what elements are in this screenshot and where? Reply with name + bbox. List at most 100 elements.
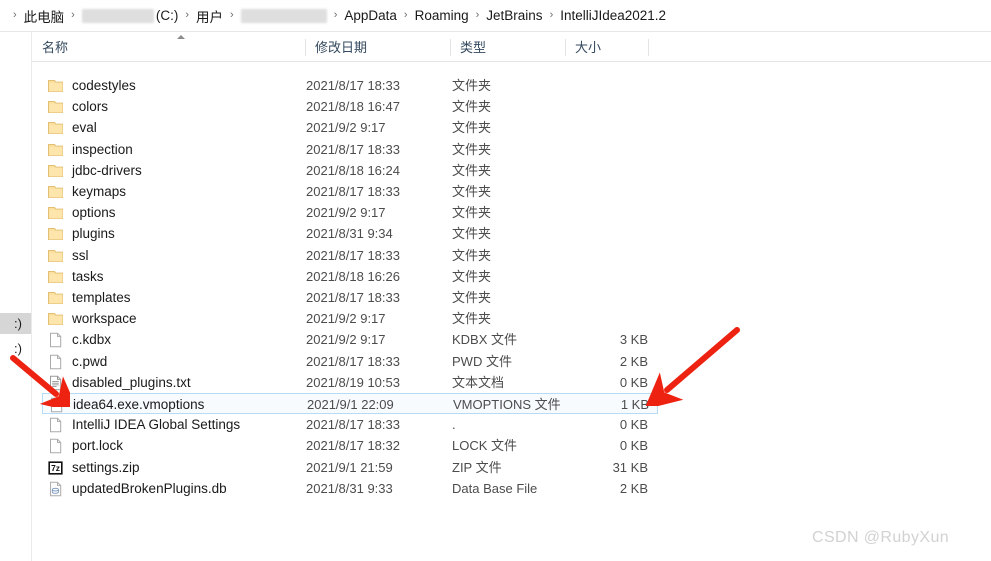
file-size-cell bbox=[522, 181, 648, 202]
file-type-cell: KDBX 文件 bbox=[452, 332, 518, 348]
table-row[interactable]: 7z settings.zip 2021/9/1 21:59 ZIP 文件 31 KB bbox=[42, 457, 658, 478]
folder-icon bbox=[47, 290, 64, 306]
file-date-modified-cell: 2021/8/18 16:26 bbox=[306, 268, 400, 284]
file-type-cell: 文件夹 bbox=[452, 162, 492, 178]
address-bar[interactable]: › 此电脑 › (C:) › 用户 › › AppData › Roaming … bbox=[0, 0, 991, 31]
table-row[interactable]: c.pwd 2021/8/17 18:33 PWD 文件 2 KB bbox=[42, 351, 658, 372]
file-name-cell: c.pwd bbox=[72, 353, 108, 369]
file-name-cell: tasks bbox=[72, 268, 104, 284]
blank-file-icon bbox=[47, 332, 64, 348]
breadcrumb-item-users[interactable]: 用户 bbox=[196, 6, 223, 26]
table-row[interactable]: port.lock 2021/8/17 18:32 LOCK 文件 0 KB bbox=[42, 435, 658, 456]
table-row[interactable]: keymaps 2021/8/17 18:33 文件夹 bbox=[42, 181, 658, 202]
navigation-pane[interactable]: :):) bbox=[0, 32, 31, 561]
column-header-row[interactable]: 名称 修改日期 类型 大小 bbox=[32, 32, 991, 62]
file-name-cell: plugins bbox=[72, 226, 115, 242]
blank-file-icon bbox=[47, 417, 64, 433]
file-size-cell bbox=[522, 266, 648, 287]
file-type-cell: 文件夹 bbox=[452, 311, 492, 327]
file-size-cell bbox=[522, 139, 648, 160]
file-date-modified-cell: 2021/8/19 10:53 bbox=[306, 374, 400, 390]
file-type-cell: 文件夹 bbox=[452, 141, 492, 157]
table-row[interactable]: updatedBrokenPlugins.db 2021/8/31 9:33 Dat… bbox=[42, 478, 658, 499]
file-type-cell: 文件夹 bbox=[452, 226, 492, 242]
file-type-cell: 文件夹 bbox=[452, 78, 492, 93]
folder-icon bbox=[47, 269, 64, 285]
text-file-icon bbox=[47, 375, 64, 391]
file-size-cell bbox=[522, 96, 648, 117]
file-type-cell: 文件夹 bbox=[452, 247, 492, 263]
file-date-modified-cell: 2021/9/1 22:09 bbox=[307, 397, 394, 412]
file-date-modified-cell: 2021/9/2 9:17 bbox=[306, 120, 386, 136]
csdn-watermark: CSDN @RubyXun bbox=[812, 529, 950, 546]
table-row[interactable]: disabled_plugins.txt 2021/8/19 10:53 文本文档 0… bbox=[42, 372, 658, 393]
folder-icon bbox=[47, 205, 64, 221]
file-name-cell: options bbox=[72, 205, 116, 221]
breadcrumb-item-appdata[interactable]: AppData bbox=[344, 8, 397, 23]
table-row[interactable]: options 2021/9/2 9:17 文件夹 bbox=[42, 202, 658, 223]
table-row[interactable]: jdbc-drivers 2021/8/18 16:24 文件夹 bbox=[42, 160, 658, 181]
file-type-cell: LOCK 文件 bbox=[452, 438, 518, 454]
file-type-cell: ZIP 文件 bbox=[452, 459, 502, 475]
breadcrumb-item-drive-redacted[interactable] bbox=[81, 8, 154, 23]
table-row[interactable]: workspace 2021/9/2 9:17 文件夹 bbox=[42, 308, 658, 329]
file-date-modified-cell: 2021/8/31 9:33 bbox=[306, 480, 393, 496]
table-row[interactable]: tasks 2021/8/18 16:26 文件夹 bbox=[42, 266, 658, 287]
folder-icon bbox=[47, 311, 64, 327]
column-header-type[interactable]: 类型 bbox=[450, 32, 565, 61]
file-name-cell: colors bbox=[72, 99, 109, 115]
table-row[interactable]: c.kdbx 2021/9/2 9:17 KDBX 文件 3 KB bbox=[42, 329, 658, 350]
folder-icon bbox=[47, 99, 64, 115]
file-date-modified-cell: 2021/8/17 18:33 bbox=[306, 417, 400, 433]
folder-icon bbox=[47, 226, 64, 242]
folder-icon bbox=[47, 78, 64, 94]
file-name-cell: ssl bbox=[72, 247, 89, 263]
file-type-cell: 文件夹 bbox=[452, 184, 492, 199]
file-size-cell bbox=[522, 160, 648, 181]
file-date-modified-cell: 2021/9/2 9:17 bbox=[306, 205, 386, 221]
svg-text:7z: 7z bbox=[51, 463, 60, 473]
breadcrumb-item-username-redacted[interactable] bbox=[240, 8, 327, 23]
breadcrumb-item-roaming[interactable]: Roaming bbox=[415, 8, 469, 23]
table-row[interactable]: templates 2021/8/17 18:33 文件夹 bbox=[42, 287, 658, 308]
table-row[interactable]: IntelliJ IDEA Global Settings 2021/8/17 1… bbox=[42, 414, 658, 435]
file-size-cell bbox=[522, 308, 648, 329]
breadcrumb-item-intellijidea[interactable]: IntelliJIdea2021.2 bbox=[560, 8, 666, 23]
file-date-modified-cell: 2021/8/18 16:24 bbox=[306, 162, 400, 178]
file-list-view[interactable]: 名称 修改日期 类型 大小 codestyles 2021/8/17 18:33 文… bbox=[32, 32, 991, 561]
file-date-modified-cell: 2021/8/17 18:32 bbox=[306, 438, 400, 454]
table-row[interactable]: codestyles 2021/8/17 18:33 文件夹 bbox=[42, 75, 658, 96]
file-name-cell: eval bbox=[72, 120, 97, 136]
column-header-date-modified[interactable]: 修改日期 bbox=[305, 32, 450, 61]
file-size-cell: 0 KB bbox=[619, 417, 648, 433]
table-row[interactable]: colors 2021/8/18 16:47 文件夹 bbox=[42, 96, 658, 117]
breadcrumb-item-jetbrains[interactable]: JetBrains bbox=[486, 8, 542, 23]
table-row[interactable]: plugins 2021/8/31 9:34 文件夹 bbox=[42, 223, 658, 244]
breadcrumb-separator: › bbox=[475, 9, 480, 21]
file-date-modified-cell: 2021/8/17 18:33 bbox=[306, 184, 400, 199]
file-size-cell bbox=[522, 75, 648, 96]
file-size-cell bbox=[522, 117, 648, 138]
breadcrumb-separator: › bbox=[13, 9, 17, 21]
folder-icon bbox=[47, 248, 64, 264]
file-date-modified-cell: 2021/9/1 21:59 bbox=[306, 459, 393, 475]
table-row[interactable]: eval 2021/9/2 9:17 文件夹 bbox=[42, 117, 658, 138]
file-name-cell: disabled_plugins.txt bbox=[72, 374, 191, 390]
table-row[interactable]: inspection 2021/8/17 18:33 文件夹 bbox=[42, 139, 658, 160]
navigation-pane-item[interactable]: :) bbox=[0, 338, 31, 359]
file-name-cell: idea64.exe.vmoptions bbox=[73, 397, 205, 412]
folder-icon bbox=[47, 120, 64, 136]
file-name-cell: keymaps bbox=[72, 184, 127, 199]
file-size-cell bbox=[522, 287, 648, 308]
column-header-name[interactable]: 名称 bbox=[32, 32, 305, 61]
column-divider[interactable] bbox=[648, 39, 649, 56]
breadcrumb-item-drive-letter[interactable]: (C:) bbox=[156, 8, 179, 23]
blank-file-icon bbox=[47, 354, 64, 370]
breadcrumb-item-this-pc[interactable]: 此电脑 bbox=[24, 6, 65, 26]
column-header-size[interactable]: 大小 bbox=[565, 32, 648, 61]
table-row[interactable]: ssl 2021/8/17 18:33 文件夹 bbox=[42, 245, 658, 266]
file-type-cell: . bbox=[452, 417, 456, 433]
file-name-cell: settings.zip bbox=[72, 459, 140, 475]
navigation-pane-item[interactable]: :) bbox=[0, 313, 31, 334]
table-row-selected[interactable]: idea64.exe.vmoptions 2021/9/1 22:09 VMOPTI… bbox=[42, 393, 658, 414]
